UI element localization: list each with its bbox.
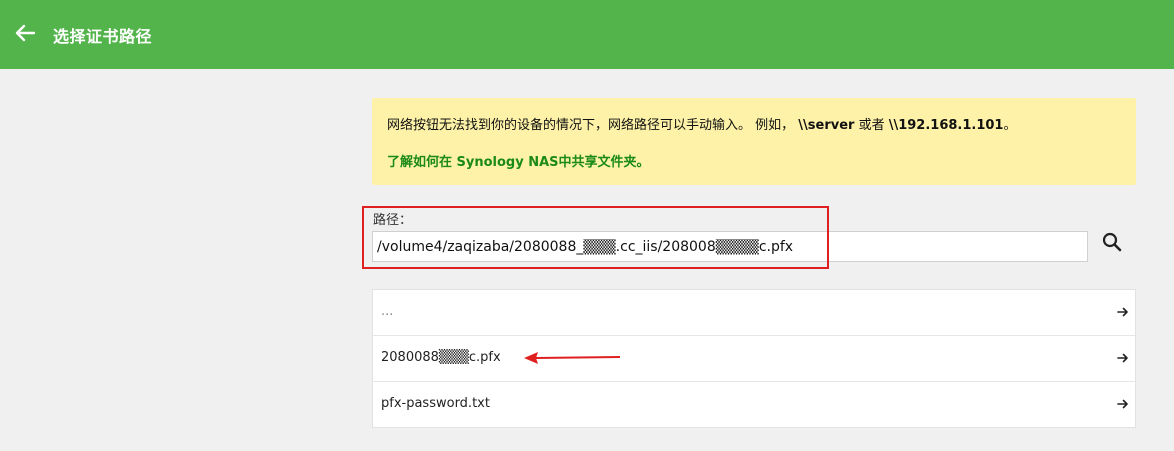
notice-example-ip: \\192.168.1.101 — [888, 118, 1004, 133]
notice-text: 网络按钮无法找到你的设备的情况下，网络路径可以手动输入。 例如， \\serve… — [387, 114, 1016, 133]
file-name: 2080088▒▒▒c.pfx — [381, 350, 501, 365]
file-name: ... — [381, 304, 394, 319]
search-icon — [1102, 232, 1122, 252]
notice-text-middle: 或者 — [854, 118, 889, 133]
list-item-password-file[interactable]: pfx-password.txt — [373, 382, 1135, 427]
share-folder-help-link[interactable]: 了解如何在 Synology NAS中共享文件夹。 — [387, 151, 650, 170]
arrow-right-icon — [1117, 353, 1128, 363]
back-button[interactable] — [10, 18, 40, 48]
app-header: 选择证书路径 — [0, 0, 1174, 69]
arrow-right-icon — [1117, 307, 1128, 317]
path-label: 路径： — [373, 213, 413, 228]
arrow-left-icon — [15, 24, 36, 42]
list-item-parent-folder[interactable]: ... — [373, 290, 1135, 336]
list-item-pfx-file[interactable]: 2080088▒▒▒c.pfx — [373, 336, 1135, 382]
path-input[interactable] — [372, 231, 1088, 262]
notice-text-before: 网络按钮无法找到你的设备的情况下，网络路径可以手动输入。 例如， — [387, 118, 799, 133]
page-title: 选择证书路径 — [53, 27, 153, 46]
file-list: ... 2080088▒▒▒c.pfx pfx-password.txt — [372, 289, 1136, 428]
notice-text-end: 。 — [1003, 118, 1017, 133]
arrow-right-icon — [1117, 399, 1128, 409]
notice-example-server: \\server — [798, 118, 855, 133]
file-name: pfx-password.txt — [381, 396, 490, 411]
info-notice: 网络按钮无法找到你的设备的情况下，网络路径可以手动输入。 例如， \\serve… — [372, 98, 1136, 185]
search-button[interactable] — [1100, 230, 1124, 254]
